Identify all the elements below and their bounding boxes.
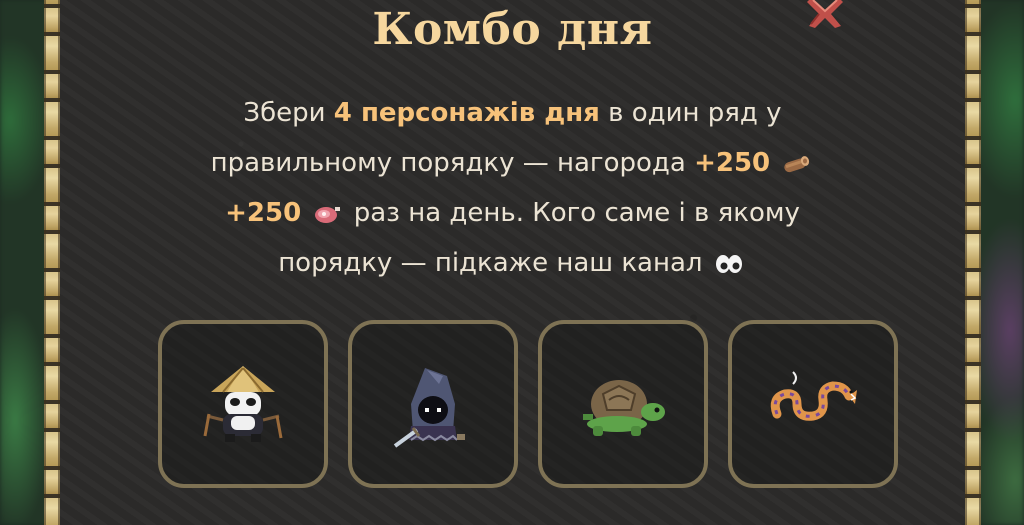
desc-line-2: правильному порядку — нагорода +250 xyxy=(140,138,885,188)
desc-line-1: Збери 4 персонажів дня в один ряд у xyxy=(140,88,885,138)
desc-text: порядку — підкаже наш канал xyxy=(278,248,703,278)
character-slots xyxy=(158,320,898,488)
desc-text: Збери xyxy=(243,98,326,128)
character-slot-3[interactable] xyxy=(538,320,708,488)
meat-icon xyxy=(315,206,341,223)
eyes-icon xyxy=(715,254,742,273)
desc-line-4: порядку — підкаже наш канал xyxy=(140,238,885,288)
rope-border-right xyxy=(965,0,981,525)
hooded-mage-icon xyxy=(393,368,465,448)
desc-text: правильному порядку — нагорода xyxy=(210,148,686,178)
panda-monk-icon xyxy=(203,366,283,442)
character-slot-1[interactable] xyxy=(158,320,328,488)
desc-line-3: +250 раз на день. Кого саме і в якому xyxy=(140,188,885,238)
snake-icon xyxy=(770,371,857,421)
close-icon xyxy=(807,0,843,28)
desc-text: раз на день. Кого саме і в якому xyxy=(353,198,800,228)
combo-description: Збери 4 персонажів дня в один ряд у прав… xyxy=(140,88,885,288)
reward-meat-amount: +250 xyxy=(225,198,302,228)
character-slot-4[interactable] xyxy=(728,320,898,488)
desc-text: в один ряд у xyxy=(608,98,782,128)
rope-border-left xyxy=(44,0,60,525)
log-icon xyxy=(784,155,810,172)
character-slot-2[interactable] xyxy=(348,320,518,488)
close-button[interactable] xyxy=(805,0,845,28)
reward-log-amount: +250 xyxy=(694,148,771,178)
desc-highlight: 4 персонажів дня xyxy=(333,98,600,128)
combo-panel: Комбо дня Збери 4 персонажів дня в один … xyxy=(44,0,981,525)
turtle-icon xyxy=(583,380,665,436)
